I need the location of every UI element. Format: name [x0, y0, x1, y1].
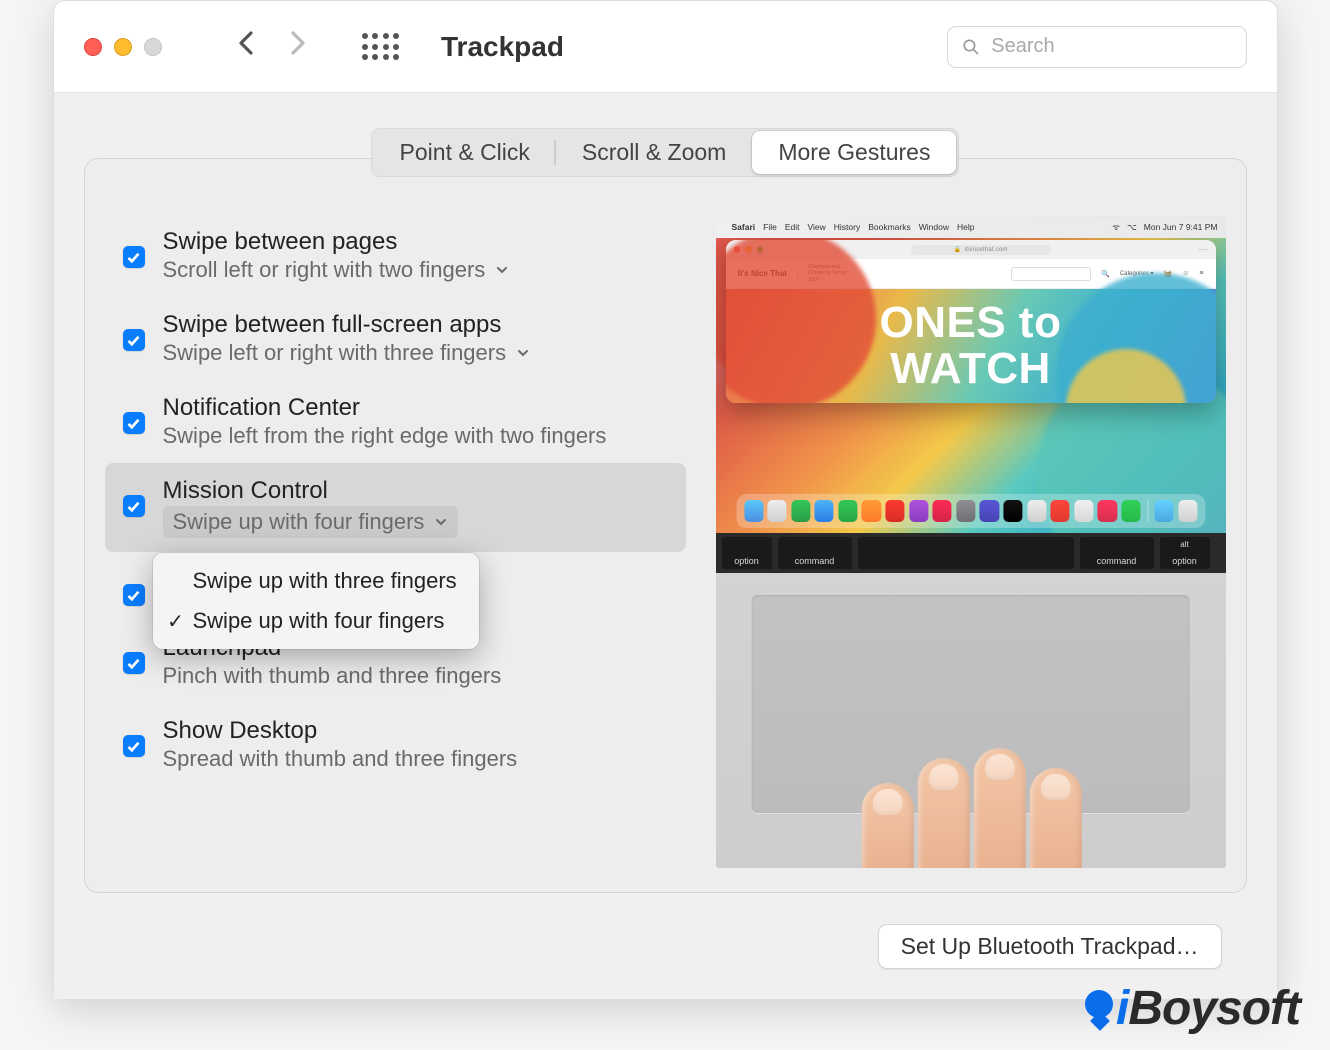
option-subtitle-picker[interactable]: Swipe up with four fingers: [163, 506, 459, 538]
control-center-icon: ⌥: [1127, 222, 1137, 233]
checkbox-launchpad[interactable]: [123, 652, 145, 674]
page-title: Trackpad: [441, 31, 564, 63]
preview-keyboard-strip: option command command altoption: [716, 533, 1226, 573]
chevron-down-icon: [516, 346, 530, 360]
check-icon: ✓: [167, 609, 185, 634]
option-title: Show Desktop: [163, 717, 518, 745]
option-title: Mission Control: [163, 477, 459, 505]
magnifier-icon: 🔍: [1101, 270, 1110, 278]
tab-point-click[interactable]: Point & Click: [374, 131, 556, 174]
preview-headline: ONES toWATCH: [880, 300, 1062, 392]
menu-icon: ≡: [1199, 270, 1203, 277]
option-title: Swipe between pages: [163, 228, 510, 256]
preview-wallpaper: 🔒itsnicethat.com ⋯ It's Nice That Champi…: [716, 238, 1226, 533]
option-title: Notification Center: [163, 394, 607, 422]
preview-trackpad-area: [716, 573, 1226, 868]
option-subtitle: Spread with thumb and three fingers: [163, 746, 518, 772]
option-mission-control: Mission Control Swipe up with four finge…: [105, 463, 686, 552]
checkbox-swipe-between-pages[interactable]: [123, 246, 145, 268]
option-title: Swipe between full-screen apps: [163, 311, 531, 339]
option-subtitle-picker[interactable]: Swipe left or right with three fingers: [163, 340, 531, 366]
chevron-down-icon: [495, 263, 509, 277]
option-swipe-between-pages: Swipe between pages Scroll left or right…: [105, 214, 686, 297]
body-area: Point & Click Scroll & Zoom More Gesture…: [54, 93, 1277, 999]
traffic-lights: [84, 38, 162, 56]
option-subtitle-picker[interactable]: Scroll left or right with two fingers: [163, 257, 510, 283]
checkbox-mission-control[interactable]: [123, 495, 145, 517]
preview-safari-window: 🔒itsnicethat.com ⋯ It's Nice That Champi…: [726, 240, 1216, 403]
back-button[interactable]: [237, 29, 255, 64]
preview-dock: [736, 494, 1205, 528]
dropdown-item-three-fingers[interactable]: Swipe up with three fingers: [153, 561, 479, 601]
option-subtitle: Pinch with thumb and three fingers: [163, 663, 502, 689]
zoom-button[interactable]: [144, 38, 162, 56]
nav-buttons: [237, 29, 307, 64]
dropdown-item-four-fingers[interactable]: ✓ Swipe up with four fingers: [153, 601, 479, 641]
setup-bluetooth-trackpad-button[interactable]: Set Up Bluetooth Trackpad…: [878, 924, 1222, 969]
checkbox-notification-center[interactable]: [123, 412, 145, 434]
search-box[interactable]: [947, 26, 1247, 68]
option-swipe-between-apps: Swipe between full-screen apps Swipe lef…: [105, 297, 686, 380]
preview-hand: [861, 748, 1121, 868]
preview-search-mini: [1011, 267, 1091, 281]
gesture-preview: Safari File Edit View History Bookmarks …: [716, 216, 1226, 868]
preview-menubar: Safari File Edit View History Bookmarks …: [716, 216, 1226, 238]
search-icon: [962, 37, 980, 57]
option-subtitle: Swipe left from the right edge with two …: [163, 423, 607, 449]
preview-address-bar: 🔒itsnicethat.com: [911, 245, 1051, 255]
mission-control-dropdown: Swipe up with three fingers ✓ Swipe up w…: [153, 553, 479, 649]
option-show-desktop: Show Desktop Spread with thumb and three…: [105, 703, 686, 786]
show-all-icon[interactable]: [362, 33, 400, 60]
chevron-down-icon: [434, 515, 448, 529]
titlebar: Trackpad: [54, 1, 1277, 93]
preview-menubar-right: ᯤ ⌥ Mon Jun 7 9:41 PM: [1112, 222, 1217, 233]
wifi-icon: ᯤ: [1112, 222, 1120, 233]
tab-scroll-zoom[interactable]: Scroll & Zoom: [556, 131, 752, 174]
preferences-window: Trackpad Point & Click Scroll & Zoom Mor…: [53, 0, 1278, 1000]
minimize-button[interactable]: [114, 38, 132, 56]
checkbox-show-desktop[interactable]: [123, 735, 145, 757]
tab-strip: Point & Click Scroll & Zoom More Gesture…: [371, 128, 960, 177]
forward-button[interactable]: [289, 29, 307, 64]
option-notification-center: Notification Center Swipe left from the …: [105, 380, 686, 463]
checkbox-app-expose[interactable]: [123, 584, 145, 606]
watermark: iBoysoft: [1085, 981, 1300, 1036]
checkbox-swipe-between-apps[interactable]: [123, 329, 145, 351]
tab-more-gestures[interactable]: More Gestures: [752, 131, 956, 174]
close-button[interactable]: [84, 38, 102, 56]
settings-panel: Swipe between pages Scroll left or right…: [84, 158, 1247, 893]
watermark-icon: [1085, 990, 1113, 1018]
options-column: Swipe between pages Scroll left or right…: [105, 214, 686, 872]
preview-app-name: Safari: [732, 222, 756, 232]
search-input[interactable]: [991, 35, 1231, 58]
